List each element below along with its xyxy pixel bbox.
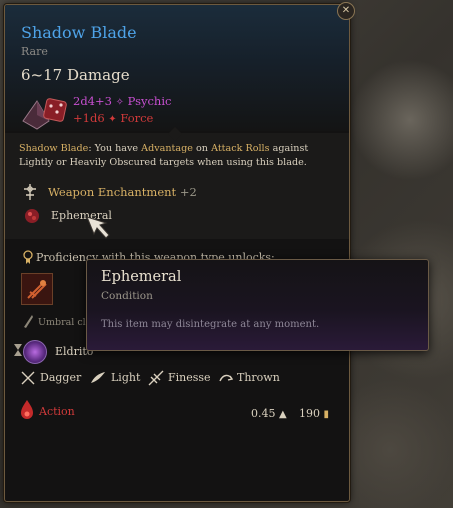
umbral-icon: [21, 313, 35, 329]
property-light: Light: [111, 371, 141, 384]
damage-range: 6~17 Damage: [21, 66, 130, 84]
property-finesse: Finesse: [168, 371, 211, 384]
enchantment-bonus: +2: [179, 185, 197, 199]
enchantment-icon: [21, 183, 39, 201]
passive-text: You have: [94, 143, 139, 154]
passive-name: Shadow Blade: [19, 143, 89, 154]
action-icon: [19, 399, 35, 421]
dice-icon: [19, 95, 69, 131]
item-price: 190 ▮: [299, 407, 329, 420]
hourglass-icon: [13, 343, 23, 357]
proficiency-icon: [21, 249, 35, 265]
ephemeral-icon: [23, 207, 41, 225]
passive-description: Shadow Blade: You have Advantage on Atta…: [19, 143, 309, 168]
eldritch-icon[interactable]: [23, 340, 47, 364]
weight-icon: ▲: [279, 409, 287, 420]
keyword-advantage[interactable]: Advantage: [141, 143, 193, 154]
skill-icon[interactable]: [21, 273, 53, 305]
damage-type: Psychic: [127, 94, 172, 108]
item-name: Shadow Blade: [21, 23, 137, 42]
light-icon: [89, 369, 107, 387]
item-rarity: Rare: [21, 45, 48, 58]
condition-tooltip: Ephemeral Condition This item may disint…: [86, 259, 429, 351]
weight-value: 0.45: [251, 407, 276, 420]
damage-line-force: +1d6 ✦ Force: [73, 111, 153, 125]
close-icon: ✕: [341, 5, 351, 16]
passive-text: on: [196, 143, 208, 154]
keyword-attack-rolls[interactable]: Attack Rolls: [211, 143, 270, 154]
thrown-icon: [217, 369, 235, 387]
damage-formula: 2d4+3: [73, 94, 112, 108]
action-cost: Action: [39, 405, 75, 418]
force-icon: ✦: [108, 114, 117, 125]
umbral-text: Umbral cl: [38, 317, 86, 328]
finesse-icon: [147, 369, 165, 387]
dagger-icon: [19, 369, 37, 387]
damage-formula: +1d6: [73, 111, 105, 125]
tooltip-description: This item may disintegrate at any moment…: [101, 319, 320, 330]
weapon-enchantment[interactable]: Weapon Enchantment +2: [48, 185, 197, 199]
psychic-icon: ✧: [115, 97, 124, 108]
price-value: 190: [299, 407, 320, 420]
damage-line-psychic: 2d4+3 ✧ Psychic: [73, 94, 171, 108]
gold-icon: ▮: [323, 409, 330, 420]
cursor-icon: [84, 214, 114, 244]
property-thrown: Thrown: [237, 371, 280, 384]
tooltip-subtitle: Condition: [101, 290, 153, 302]
tooltip-title: Ephemeral: [101, 269, 182, 285]
enchantment-label: Weapon Enchantment: [48, 185, 177, 199]
item-tooltip-card: Shadow Blade Rare 6~17 Damage 2d4+3 ✧ Ps…: [4, 4, 350, 502]
item-weight: 0.45 ▲: [251, 407, 287, 420]
property-dagger: Dagger: [40, 371, 82, 384]
close-button[interactable]: ✕: [337, 2, 355, 20]
damage-type: Force: [120, 111, 154, 125]
